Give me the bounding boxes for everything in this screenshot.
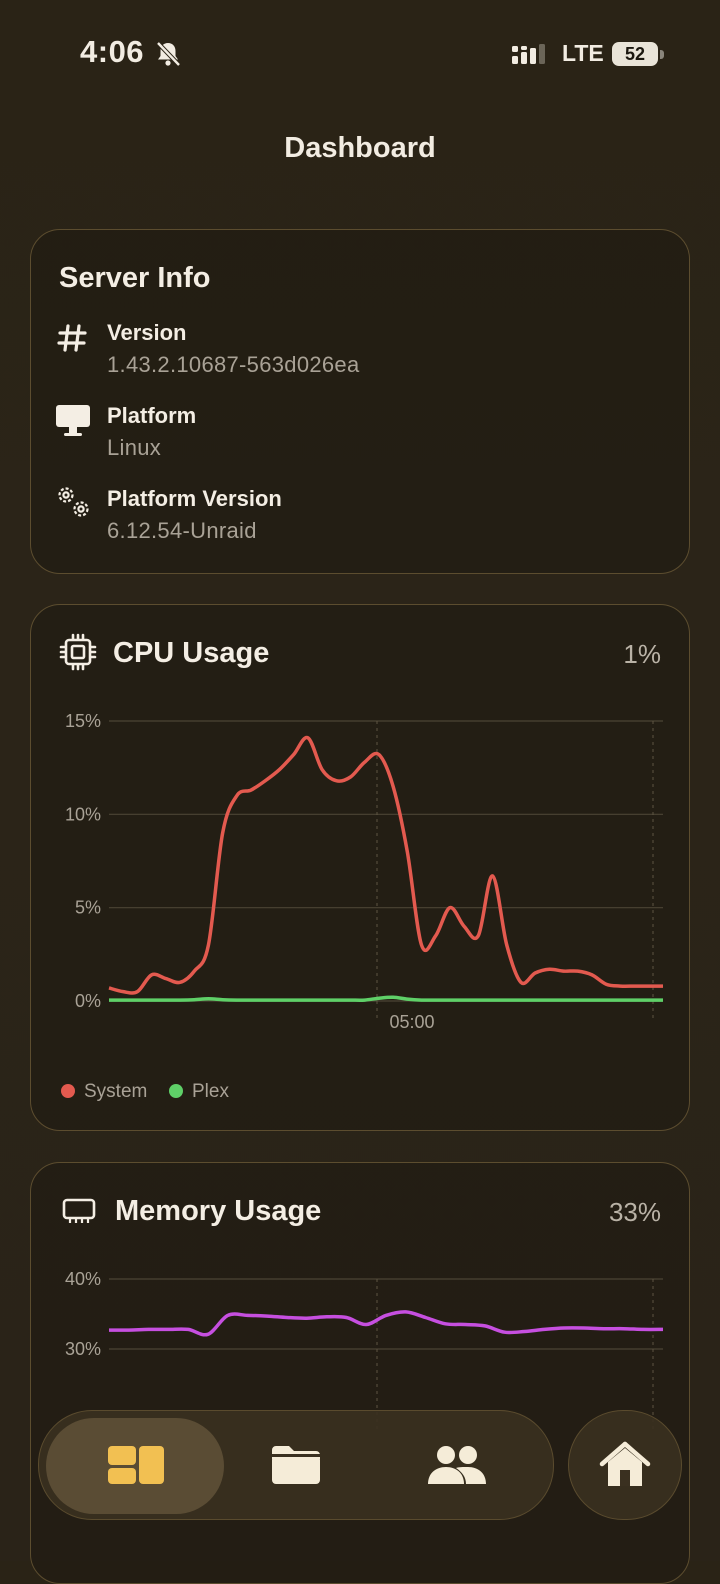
legend-item-system: System — [61, 1081, 147, 1103]
page-title: Dashboard — [284, 132, 436, 164]
status-time: 4:06 — [80, 34, 145, 69]
users-icon[interactable] — [426, 1444, 488, 1486]
monitor-icon — [56, 405, 90, 436]
version-value: 1.43.2.10687-563d026ea — [107, 352, 360, 377]
memory-y-tick-label: 30% — [65, 1339, 101, 1359]
bell-slash-icon — [156, 41, 181, 67]
battery-level: 52 — [624, 44, 646, 64]
cpu-y-tick-label: 5% — [75, 898, 101, 918]
platform-version-label: Platform Version — [107, 486, 282, 511]
signal-icon — [512, 44, 545, 64]
memory-usage-card: Memory Usage 33% 40% 30% — [30, 1162, 690, 1584]
dashboard-icon[interactable] — [106, 1444, 166, 1486]
legend-item-plex: Plex — [169, 1081, 229, 1103]
memory-y-tick-label: 40% — [65, 1269, 101, 1289]
battery-icon: 52 — [612, 40, 666, 68]
gears-icon — [58, 487, 89, 517]
memory-series-line — [108, 1310, 664, 1337]
platform-version-value: 6.12.54-Unraid — [107, 518, 257, 543]
server-info-card: Server Info Version 1.43.2.10687-563d026… — [30, 229, 690, 574]
folder-icon[interactable] — [270, 1444, 322, 1486]
legend-dot-system — [61, 1084, 75, 1098]
platform-label: Platform — [107, 403, 197, 428]
home-icon[interactable] — [598, 1440, 652, 1490]
cpu-series-plex-line — [109, 995, 663, 1002]
version-label: Version — [107, 320, 187, 345]
memory-usage-chart: 40% 30% — [65, 1269, 664, 1429]
platform-value: Linux — [107, 435, 162, 460]
cpu-x-tick-label: 05:00 — [389, 1012, 434, 1032]
cpu-usage-card: CPU Usage 1% 15% 10% 5% 0% 05:00 System Plex — [30, 604, 690, 1131]
legend-dot-plex — [169, 1084, 183, 1098]
cpu-y-tick-label: 0% — [75, 991, 101, 1011]
network-type: LTE — [562, 40, 604, 66]
legend-label-plex: Plex — [192, 1081, 229, 1102]
cpu-series-system-line — [108, 735, 663, 995]
hash-icon — [57, 324, 87, 352]
cpu-y-tick-label: 15% — [65, 711, 101, 731]
legend-label-system: System — [84, 1081, 148, 1102]
cpu-usage-chart: 15% 10% 5% 0% 05:00 — [65, 711, 663, 1032]
server-info-title: Server Info — [59, 262, 211, 294]
cpu-y-tick-label: 10% — [65, 804, 101, 824]
